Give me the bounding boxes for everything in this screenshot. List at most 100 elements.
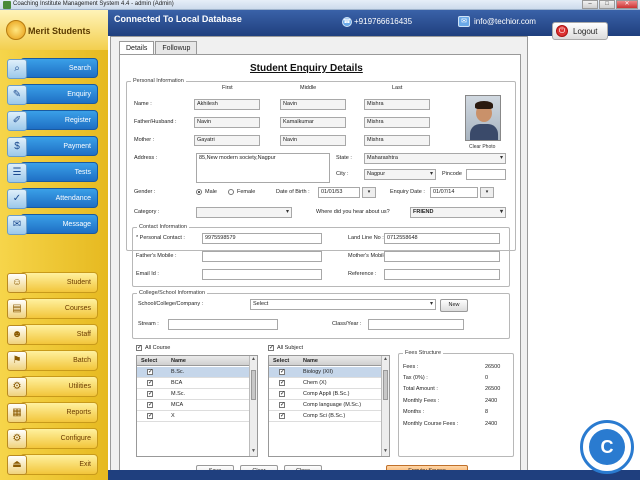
table-row[interactable]: ✓ M.Sc. bbox=[137, 389, 249, 400]
fee-row: Monthly Course Fees : 2400 bbox=[403, 421, 513, 431]
stream-field[interactable] bbox=[168, 319, 278, 330]
city-select[interactable]: Nagpur bbox=[364, 169, 436, 180]
all-subject-checkbox[interactable]: ✓ bbox=[268, 345, 274, 351]
sidebar-item-exit[interactable]: ⏏ Exit bbox=[7, 454, 98, 475]
scroll-thumb[interactable] bbox=[251, 370, 256, 400]
class-year-field[interactable] bbox=[368, 319, 464, 330]
landline-field[interactable]: 0712558648 bbox=[384, 233, 500, 244]
row-checkbox[interactable]: ✓ bbox=[279, 380, 285, 386]
exit-icon: ⏏ bbox=[7, 455, 27, 475]
first-name-field[interactable]: Akhilesh bbox=[194, 99, 260, 110]
sidebar-item-staff[interactable]: ☻ Staff bbox=[7, 324, 98, 345]
mother-last-field[interactable]: Mishra bbox=[364, 135, 430, 146]
nav-primary: ⌕ Search ✎ Enquiry ✐ Register $ Payment … bbox=[7, 58, 98, 240]
connection-status: Connected To Local Database bbox=[114, 14, 242, 24]
sidebar-item-register[interactable]: ✐ Register bbox=[7, 110, 98, 131]
sidebar-item-batch[interactable]: ⚑ Batch bbox=[7, 350, 98, 371]
father-last-field[interactable]: Mishra bbox=[364, 117, 430, 128]
minimize-button[interactable]: – bbox=[582, 0, 598, 9]
mother-middle-field[interactable]: Navin bbox=[280, 135, 346, 146]
last-name-field[interactable]: Mishra bbox=[364, 99, 430, 110]
brand: Merit Students bbox=[0, 10, 108, 50]
personal-contact-field[interactable]: 9975598579 bbox=[202, 233, 322, 244]
course-grid: Select Name ✓ B.Sc. ✓ BCA ✓ M.Sc. ✓ MCA … bbox=[136, 355, 258, 457]
utilities-icon: ⚙ bbox=[7, 377, 27, 397]
row-checkbox[interactable]: ✓ bbox=[147, 391, 153, 397]
app-icon bbox=[3, 1, 11, 9]
mother-mobile-field[interactable] bbox=[384, 251, 500, 262]
address-field[interactable]: 85,New modern society,Nagpur bbox=[196, 153, 330, 183]
scroll-down-icon[interactable]: ▼ bbox=[382, 448, 389, 456]
row-checkbox[interactable]: ✓ bbox=[147, 380, 153, 386]
hear-about-select[interactable]: FRIEND bbox=[410, 207, 506, 218]
enquiry-calendar-icon[interactable]: ▾ bbox=[480, 187, 494, 198]
course-scrollbar[interactable]: ▲ ▼ bbox=[249, 356, 257, 456]
row-checkbox[interactable]: ✓ bbox=[279, 402, 285, 408]
sidebar-item-reports[interactable]: ▦ Reports bbox=[7, 402, 98, 423]
scroll-up-icon[interactable]: ▲ bbox=[382, 356, 389, 364]
pincode-field[interactable] bbox=[466, 169, 506, 180]
tab-details[interactable]: Details bbox=[119, 41, 155, 55]
maximize-button[interactable]: □ bbox=[599, 0, 615, 9]
row-checkbox[interactable]: ✓ bbox=[147, 369, 153, 375]
father-mobile-field[interactable] bbox=[202, 251, 322, 262]
table-row[interactable]: ✓ Comp Appli (B.Sc.) bbox=[269, 389, 381, 400]
table-row[interactable]: ✓ Comp language (M.Sc.) bbox=[269, 400, 381, 411]
state-label: State : bbox=[336, 155, 352, 161]
student-photo[interactable] bbox=[465, 95, 501, 141]
college-select[interactable]: Select bbox=[250, 299, 436, 310]
scroll-down-icon[interactable]: ▼ bbox=[250, 448, 257, 456]
reference-field[interactable] bbox=[384, 269, 500, 280]
sidebar-item-enquiry[interactable]: ✎ Enquiry bbox=[7, 84, 98, 105]
sidebar-item-tests[interactable]: ☰ Tests bbox=[7, 162, 98, 183]
sidebar-item-message[interactable]: ✉ Message bbox=[7, 214, 98, 235]
row-checkbox[interactable]: ✓ bbox=[147, 413, 153, 419]
sidebar-item-student[interactable]: ☺ Student bbox=[7, 272, 98, 293]
middle-name-field[interactable]: Navin bbox=[280, 99, 346, 110]
sidebar-item-label: Utilities bbox=[68, 383, 91, 390]
gender-male-radio[interactable] bbox=[196, 189, 202, 195]
dob-calendar-icon[interactable]: ▾ bbox=[362, 187, 376, 198]
scroll-up-icon[interactable]: ▲ bbox=[250, 356, 257, 364]
table-row[interactable]: ✓ Chem (X) bbox=[269, 378, 381, 389]
row-checkbox[interactable]: ✓ bbox=[147, 402, 153, 408]
sidebar-item-search[interactable]: ⌕ Search bbox=[7, 58, 98, 79]
father-middle-field[interactable]: Kamalkumar bbox=[280, 117, 346, 128]
sidebar-item-label: Enquiry bbox=[67, 91, 91, 98]
all-subject-label: All Subject bbox=[277, 345, 303, 351]
row-checkbox[interactable]: ✓ bbox=[279, 369, 285, 375]
email-field[interactable] bbox=[202, 269, 322, 280]
dob-field[interactable]: 01/01/53 bbox=[318, 187, 360, 198]
mother-first-field[interactable]: Gayatri bbox=[194, 135, 260, 146]
table-row[interactable]: ✓ MCA bbox=[137, 400, 249, 411]
sidebar-item-courses[interactable]: ▤ Courses bbox=[7, 298, 98, 319]
enquiry-date-field[interactable]: 01/07/14 bbox=[430, 187, 478, 198]
sidebar-item-payment[interactable]: $ Payment bbox=[7, 136, 98, 157]
father-label: Father/Husband : bbox=[134, 119, 177, 125]
table-row[interactable]: ✓ B.Sc. bbox=[137, 367, 249, 378]
sidebar-item-configure[interactable]: ⚙ Configure bbox=[7, 428, 98, 449]
contact-email[interactable]: info@techior.com bbox=[474, 17, 536, 26]
table-row[interactable]: ✓ X bbox=[137, 411, 249, 422]
row-checkbox[interactable]: ✓ bbox=[279, 413, 285, 419]
close-window-button[interactable]: ✕ bbox=[616, 0, 638, 9]
sidebar-item-attendance[interactable]: ✓ Attendance bbox=[7, 188, 98, 209]
gender-female-radio[interactable] bbox=[228, 189, 234, 195]
tab-followup[interactable]: Followup bbox=[155, 41, 198, 55]
scroll-thumb[interactable] bbox=[383, 370, 388, 400]
table-row[interactable]: ✓ BCA bbox=[137, 378, 249, 389]
logout-button[interactable]: ⏻ Logout bbox=[552, 22, 608, 40]
state-select[interactable]: Maharashtra bbox=[364, 153, 506, 164]
all-course-checkbox[interactable]: ✓ bbox=[136, 345, 142, 351]
table-row[interactable]: ✓ Biology (XII) bbox=[269, 367, 381, 378]
table-row[interactable]: ✓ Comp Sci (B.Sc.) bbox=[269, 411, 381, 422]
clear-photo-link[interactable]: Clear Photo bbox=[469, 144, 495, 150]
father-first-field[interactable]: Navin bbox=[194, 117, 260, 128]
subject-scrollbar[interactable]: ▲ ▼ bbox=[381, 356, 389, 456]
subject-name: Comp language (M.Sc.) bbox=[303, 402, 362, 408]
row-checkbox[interactable]: ✓ bbox=[279, 391, 285, 397]
sidebar-item-utilities[interactable]: ⚙ Utilities bbox=[7, 376, 98, 397]
configure-icon: ⚙ bbox=[7, 429, 27, 449]
category-select[interactable] bbox=[196, 207, 292, 218]
new-college-button[interactable]: New bbox=[440, 299, 468, 312]
